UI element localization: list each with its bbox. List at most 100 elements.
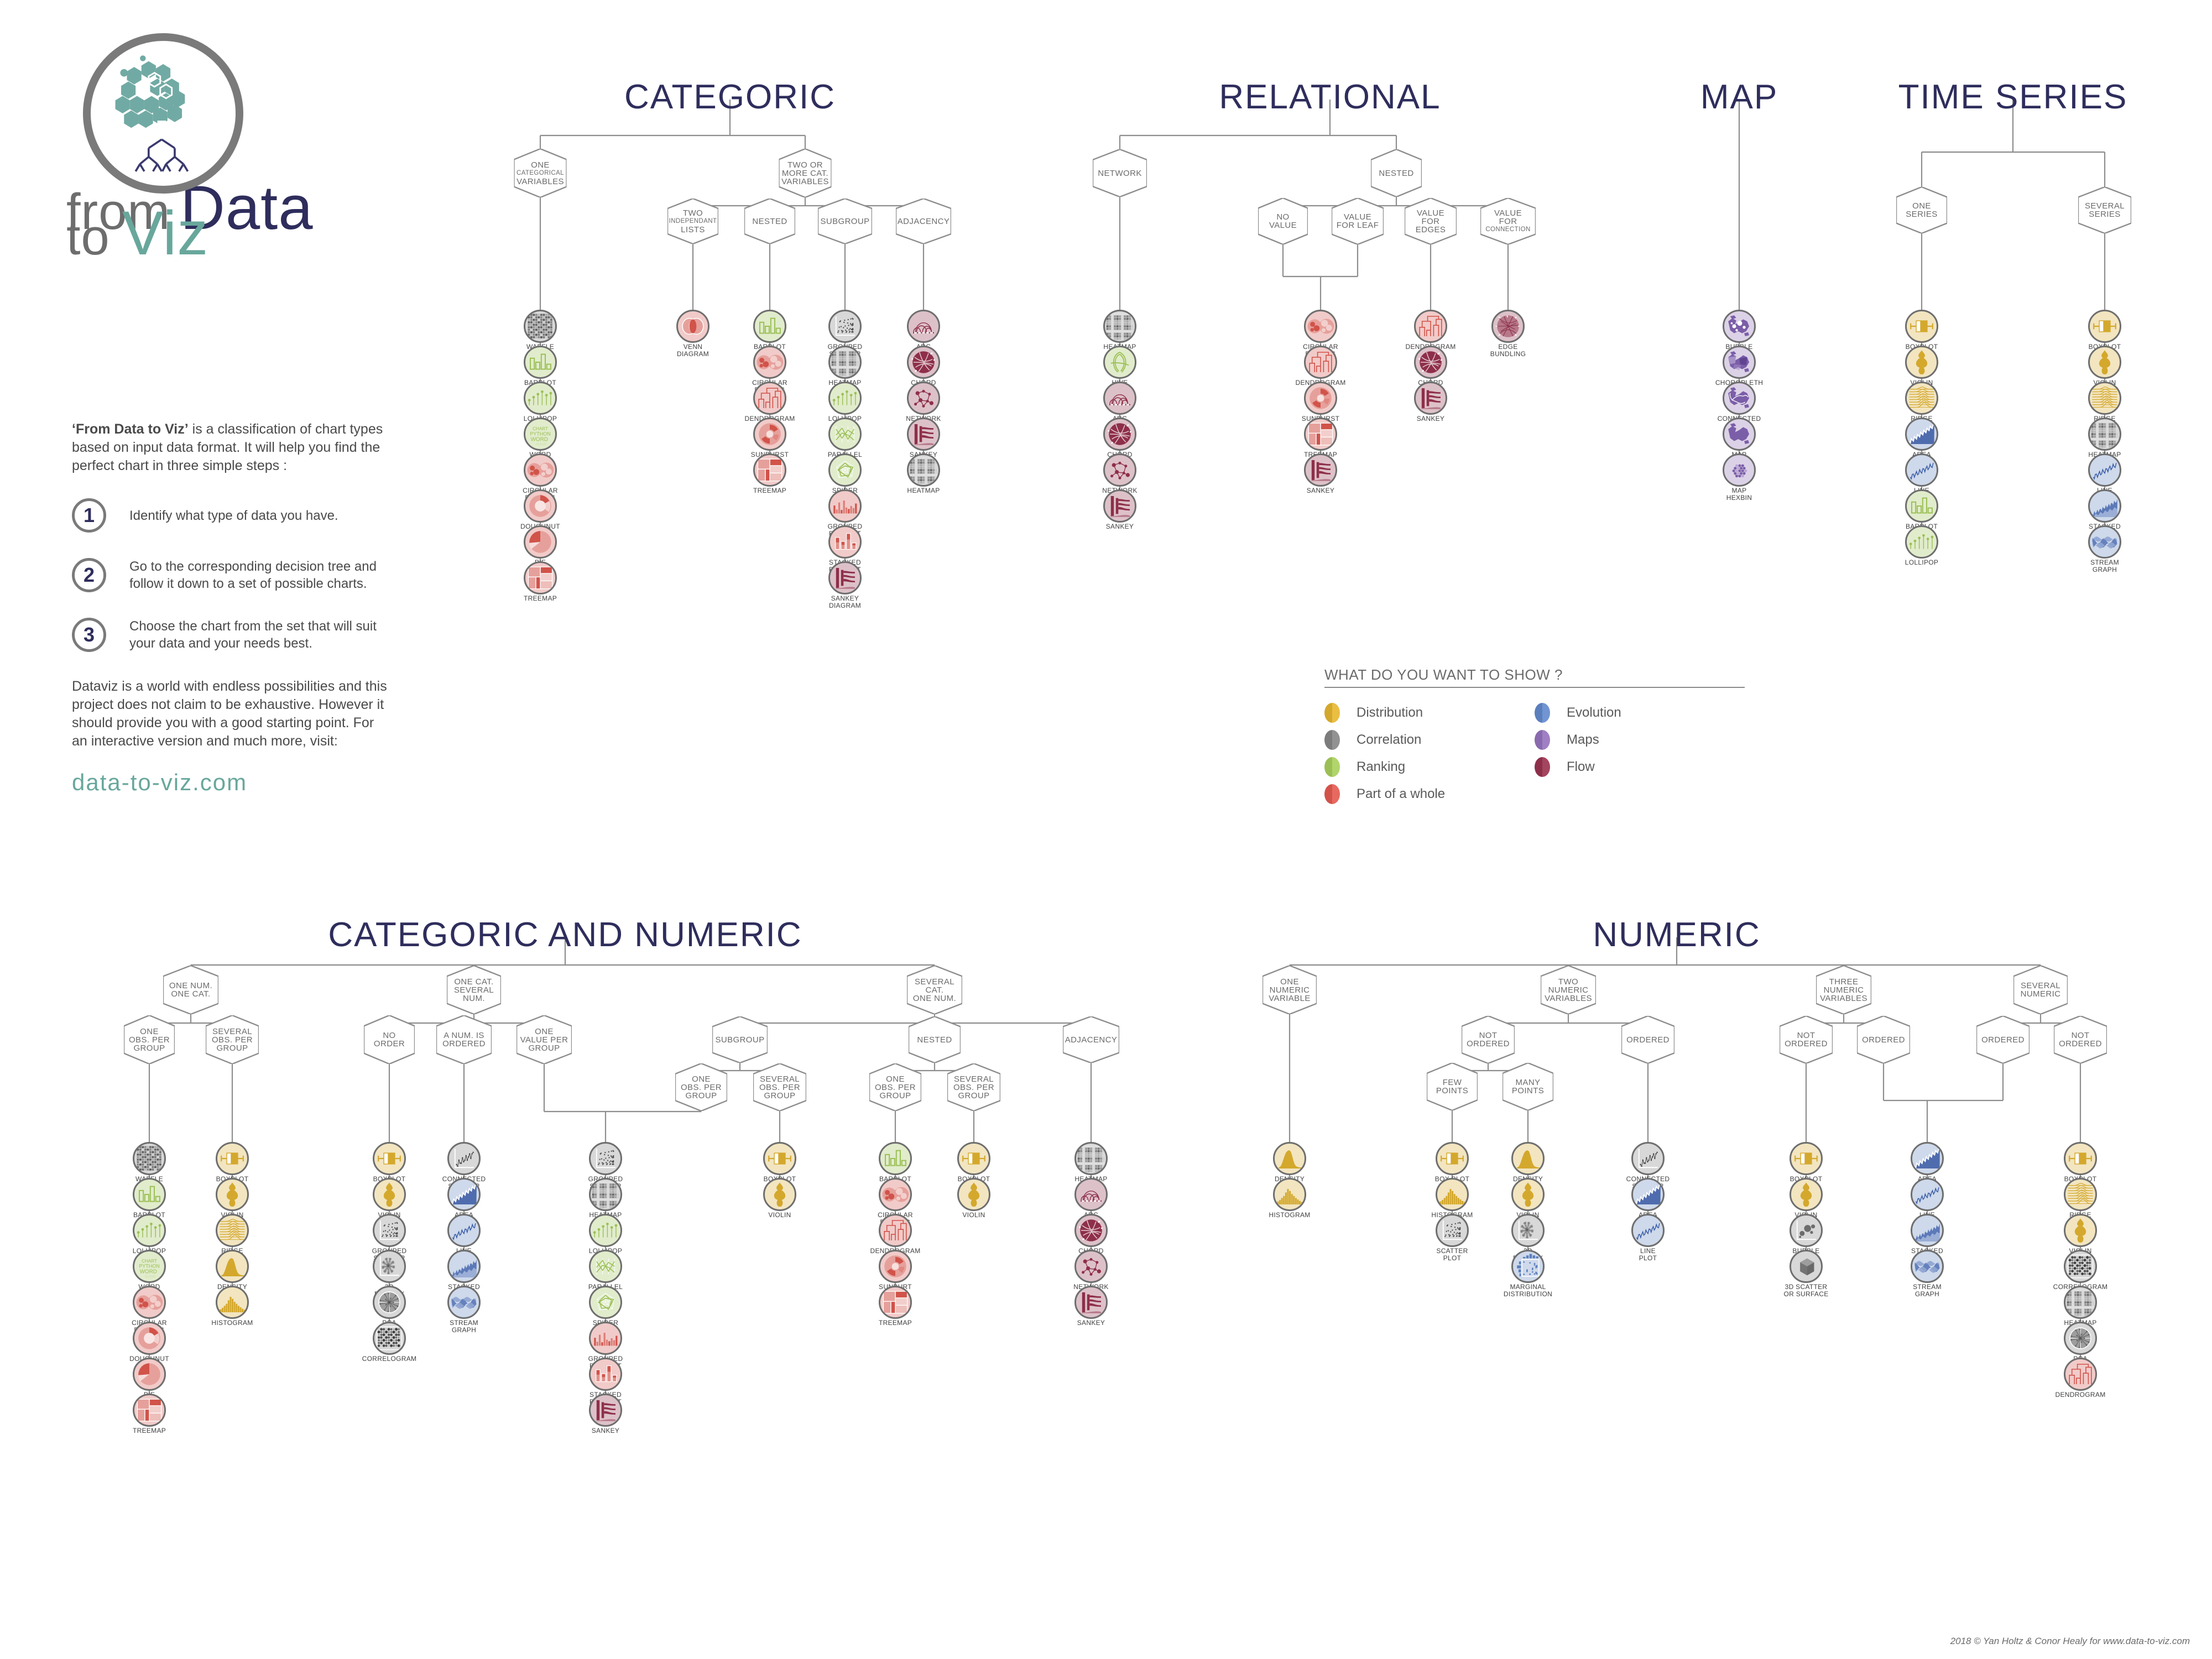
chart-bubble-sunburst[interactable] <box>879 1250 912 1283</box>
chart-bubble-chord[interactable] <box>1414 346 1447 379</box>
decision-node-n-cn-noorder[interactable]: NO ORDER <box>364 1015 415 1064</box>
chart-bubble-arc[interactable] <box>907 310 940 343</box>
chart-bubble-scatter[interactable] <box>373 1214 406 1247</box>
chart-bubble-areadark[interactable] <box>1631 1178 1665 1211</box>
chart-bubble-ridge[interactable] <box>1905 382 1938 415</box>
chart-bubble-areadark[interactable] <box>1905 418 1938 451</box>
decision-node-n-nu-two[interactable]: TWO NUMERIC VARIABLES <box>1541 966 1596 1014</box>
decision-node-n-cat-subgroup[interactable]: SUBGROUP <box>818 199 872 244</box>
chart-bubble-ridge[interactable] <box>216 1214 249 1247</box>
chart-bubble-violin[interactable] <box>216 1178 249 1211</box>
chart-bubble-barplot[interactable] <box>133 1178 166 1211</box>
chart-bubble-doughnut[interactable] <box>524 489 557 523</box>
chart-bubble-heatmap[interactable] <box>2064 1286 2097 1319</box>
chart-bubble-boxplot[interactable] <box>373 1142 406 1175</box>
site-url-link[interactable]: data-to-viz.com <box>72 769 387 796</box>
decision-node-n-rel-conn[interactable]: VALUE FOR CONNECTION <box>1480 198 1536 244</box>
chart-bubble-barplot[interactable] <box>524 346 557 379</box>
decision-node-n-cn-adjacency[interactable]: ADJACENCY <box>1063 1016 1119 1063</box>
chart-bubble-dendrogram[interactable] <box>1304 346 1337 379</box>
decision-node-n-cat-one[interactable]: ONE CATEGORICAL VARIABLES <box>514 149 567 197</box>
chart-bubble-violin[interactable] <box>763 1178 796 1211</box>
chart-bubble-circpack[interactable] <box>879 1178 912 1211</box>
decision-node-n-cat-lists[interactable]: TWO INDEPENDANT LISTS <box>667 199 718 244</box>
chart-bubble-sunburst[interactable] <box>753 418 786 451</box>
chart-bubble-density2d[interactable] <box>1511 1214 1545 1247</box>
chart-bubble-mapchoro[interactable] <box>1723 346 1756 379</box>
chart-bubble-boxplot[interactable] <box>957 1142 990 1175</box>
decision-node-n-cn-sg-1obs[interactable]: ONE OBS. PER GROUP <box>675 1063 727 1111</box>
chart-bubble-line[interactable] <box>1911 1178 1944 1211</box>
decision-node-n-ts-one[interactable]: ONE SERIES <box>1896 187 1947 233</box>
chart-bubble-venn[interactable] <box>676 310 709 343</box>
chart-bubble-violin[interactable] <box>957 1178 990 1211</box>
chart-bubble-chord[interactable] <box>907 346 940 379</box>
chart-bubble-barplot[interactable] <box>1905 489 1938 523</box>
chart-bubble-sankey[interactable] <box>589 1394 622 1427</box>
chart-bubble-violin[interactable] <box>1790 1178 1823 1211</box>
decision-node-n-nu-3-ordered[interactable]: ORDERED <box>1857 1016 1910 1063</box>
chart-bubble-stkarea[interactable] <box>2088 489 2121 523</box>
chart-bubble-treemap[interactable] <box>1304 418 1337 451</box>
chart-bubble-grpbar[interactable] <box>589 1322 622 1355</box>
chart-bubble-dendrogram[interactable] <box>2064 1358 2097 1391</box>
chart-bubble-pca[interactable] <box>373 1286 406 1319</box>
chart-bubble-connscatter[interactable] <box>447 1142 481 1175</box>
legend-item-part-of-a-whole[interactable]: Part of a whole <box>1324 780 1535 807</box>
chart-bubble-dendrogram[interactable] <box>753 382 786 415</box>
chart-bubble-circpack[interactable] <box>524 453 557 487</box>
chart-bubble-network[interactable] <box>1103 453 1136 487</box>
chart-bubble-wordcloud[interactable]: CHART PYTHON WORD CLOUD <box>133 1250 166 1283</box>
legend-item-flow[interactable]: Flow <box>1535 753 1745 780</box>
chart-bubble-spider[interactable] <box>589 1286 622 1319</box>
chart-bubble-ridge[interactable] <box>2064 1178 2097 1211</box>
chart-bubble-treemap[interactable] <box>524 561 557 594</box>
chart-bubble-violin[interactable] <box>1905 346 1938 379</box>
chart-bubble-correlogram[interactable] <box>373 1322 406 1355</box>
chart-bubble-lollipop[interactable] <box>133 1214 166 1247</box>
decision-node-n-rel-network[interactable]: NETWORK <box>1093 149 1147 197</box>
decision-node-n-cn-ne-nobs[interactable]: SEVERAL OBS. PER GROUP <box>947 1063 1000 1111</box>
decision-node-n-ts-several[interactable]: SEVERAL SERIES <box>2078 187 2131 233</box>
decision-node-n-cn-sg-nobs[interactable]: SEVERAL OBS. PER GROUP <box>753 1063 806 1111</box>
chart-bubble-bundling[interactable] <box>1491 310 1525 343</box>
legend-item-correlation[interactable]: Correlation <box>1324 726 1535 753</box>
legend-item-maps[interactable]: Maps <box>1535 726 1745 753</box>
chart-bubble-heatmap[interactable] <box>1074 1142 1108 1175</box>
chart-bubble-chord[interactable] <box>1074 1214 1108 1247</box>
chart-bubble-density[interactable] <box>216 1250 249 1283</box>
chart-bubble-histogram[interactable] <box>1273 1178 1306 1211</box>
chart-bubble-heatmap[interactable] <box>1103 310 1136 343</box>
chart-bubble-correlogram[interactable] <box>2064 1250 2097 1283</box>
decision-node-n-cn-subgroup[interactable]: SUBGROUP <box>712 1016 768 1063</box>
chart-bubble-sankey[interactable] <box>1074 1286 1108 1319</box>
decision-node-n-cn-1cNnum[interactable]: ONE CAT. SEVERAL NUM. <box>447 966 501 1014</box>
chart-bubble-map[interactable] <box>1723 418 1756 451</box>
decision-node-n-nu-notord[interactable]: NOT ORDERED <box>1462 1016 1515 1063</box>
chart-bubble-mapconn[interactable] <box>1723 382 1756 415</box>
chart-bubble-heatmap[interactable] <box>828 346 862 379</box>
decision-node-n-nu-ordered[interactable]: ORDERED <box>1621 1016 1674 1063</box>
chart-bubble-cube3d[interactable] <box>1790 1250 1823 1283</box>
decision-node-n-cat-nested[interactable]: NESTED <box>744 199 795 244</box>
chart-bubble-pca[interactable] <box>2064 1322 2097 1355</box>
legend-item-ranking[interactable]: Ranking <box>1324 753 1535 780</box>
chart-bubble-heatmap[interactable] <box>907 453 940 487</box>
decision-node-n-cn-1n1c[interactable]: ONE NUM. ONE CAT. <box>163 966 218 1014</box>
decision-node-n-cn-1obs[interactable]: ONE OBS. PER GROUP <box>124 1015 175 1064</box>
decision-node-n-rel-edges[interactable]: VALUE FOR EDGES <box>1405 198 1457 244</box>
chart-bubble-violin[interactable] <box>2064 1214 2097 1247</box>
chart-bubble-histogram[interactable] <box>216 1286 249 1319</box>
chart-bubble-ridge[interactable] <box>2088 382 2121 415</box>
chart-bubble-stkarea[interactable] <box>1911 1214 1944 1247</box>
chart-bubble-barplot[interactable] <box>879 1142 912 1175</box>
decision-node-n-cn-ne-1obs[interactable]: ONE OBS. PER GROUP <box>869 1063 921 1111</box>
chart-bubble-line[interactable] <box>447 1214 481 1247</box>
chart-bubble-scatter[interactable] <box>828 310 862 343</box>
chart-bubble-boxplot[interactable] <box>1905 310 1938 343</box>
decision-node-n-cn-NcatOnum[interactable]: SEVERAL CAT. ONE NUM. <box>907 966 962 1014</box>
decision-node-n-nu-sv-notord[interactable]: NOT ORDERED <box>2054 1016 2107 1063</box>
chart-bubble-line[interactable] <box>1631 1214 1665 1247</box>
chart-bubble-sankey[interactable] <box>1304 453 1337 487</box>
legend-item-evolution[interactable]: Evolution <box>1535 699 1745 726</box>
